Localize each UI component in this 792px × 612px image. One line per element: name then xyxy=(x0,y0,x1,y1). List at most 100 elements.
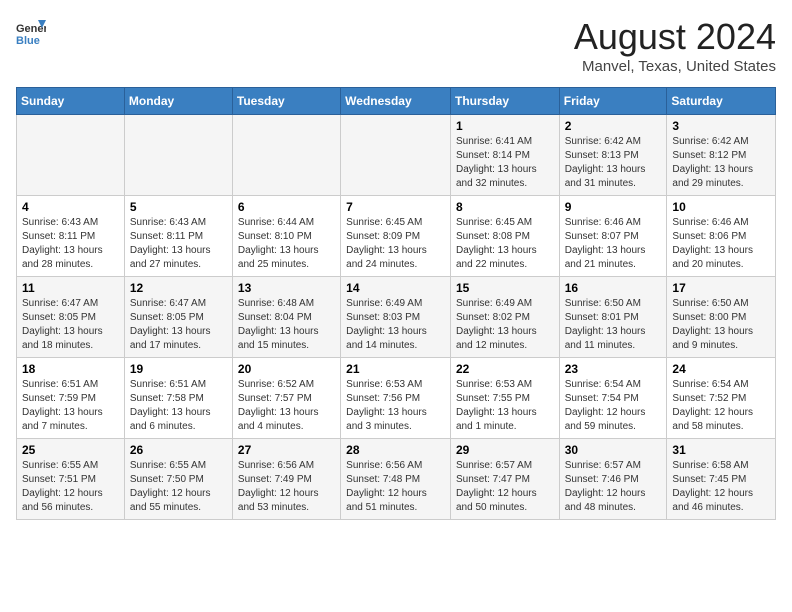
day-number: 18 xyxy=(22,362,119,376)
day-number: 16 xyxy=(565,281,662,295)
logo: General Blue xyxy=(16,16,46,52)
day-info: Sunrise: 6:43 AM Sunset: 8:11 PM Dayligh… xyxy=(130,216,227,272)
day-number: 11 xyxy=(22,281,119,295)
calendar-cell: 30Sunrise: 6:57 AM Sunset: 7:46 PM Dayli… xyxy=(559,439,667,520)
calendar-cell: 26 Sunrise: 6:55 AM Sunset: 7:50 PM Dayli… xyxy=(124,439,232,520)
week-row-5: 25 Sunrise: 6:55 AM Sunset: 7:51 PM Dayli… xyxy=(17,439,776,520)
day-number: 26 xyxy=(130,443,227,457)
day-number: 23 xyxy=(565,362,662,376)
day-number: 29 xyxy=(456,443,554,457)
calendar-cell: 29Sunrise: 6:57 AM Sunset: 7:47 PM Dayli… xyxy=(450,439,559,520)
day-number: 24 xyxy=(672,362,770,376)
day-info: Sunrise: 6:55 AM Sunset: 7:50 PM Dayligh… xyxy=(130,459,227,515)
week-row-2: 4Sunrise: 6:43 AM Sunset: 8:11 PM Daylig… xyxy=(17,196,776,277)
column-header-tuesday: Tuesday xyxy=(232,88,340,115)
calendar-cell: 9Sunrise: 6:46 AM Sunset: 8:07 PM Daylig… xyxy=(559,196,667,277)
page-header: General Blue August 2024 Manvel, Texas, … xyxy=(16,16,776,75)
calendar-cell: 10Sunrise: 6:46 AM Sunset: 8:06 PM Dayli… xyxy=(667,196,776,277)
day-info: Sunrise: 6:56 AM Sunset: 7:49 PM Dayligh… xyxy=(238,459,335,515)
calendar-cell: 22 Sunrise: 6:53 AM Sunset: 7:55 PM Dayli… xyxy=(450,358,559,439)
calendar-table: SundayMondayTuesdayWednesdayThursdayFrid… xyxy=(16,87,776,520)
calendar-cell: 1Sunrise: 6:41 AM Sunset: 8:14 PM Daylig… xyxy=(450,115,559,196)
day-info: Sunrise: 6:53 AM Sunset: 7:56 PM Dayligh… xyxy=(346,378,445,434)
day-number: 15 xyxy=(456,281,554,295)
calendar-cell: 19 Sunrise: 6:51 AM Sunset: 7:58 PM Dayli… xyxy=(124,358,232,439)
title-block: August 2024 Manvel, Texas, United States xyxy=(574,16,776,75)
day-number: 1 xyxy=(456,119,554,133)
svg-text:Blue: Blue xyxy=(16,35,40,47)
column-header-sunday: Sunday xyxy=(17,88,125,115)
week-row-4: 18Sunrise: 6:51 AM Sunset: 7:59 PM Dayli… xyxy=(17,358,776,439)
calendar-cell: 14Sunrise: 6:49 AM Sunset: 8:03 PM Dayli… xyxy=(341,277,451,358)
calendar-cell: 15 Sunrise: 6:49 AM Sunset: 8:02 PM Dayli… xyxy=(450,277,559,358)
calendar-cell: 8 Sunrise: 6:45 AM Sunset: 8:08 PM Daylig… xyxy=(450,196,559,277)
day-info: Sunrise: 6:51 AM Sunset: 7:58 PM Dayligh… xyxy=(130,378,227,434)
calendar-header: SundayMondayTuesdayWednesdayThursdayFrid… xyxy=(17,88,776,115)
calendar-cell: 23 Sunrise: 6:54 AM Sunset: 7:54 PM Dayli… xyxy=(559,358,667,439)
day-info: Sunrise: 6:52 AM Sunset: 7:57 PM Dayligh… xyxy=(238,378,335,434)
calendar-cell: 7 Sunrise: 6:45 AM Sunset: 8:09 PM Daylig… xyxy=(341,196,451,277)
day-number: 28 xyxy=(346,443,445,457)
calendar-cell xyxy=(232,115,340,196)
calendar-cell: 31 Sunrise: 6:58 AM Sunset: 7:45 PM Dayli… xyxy=(667,439,776,520)
calendar-cell: 4Sunrise: 6:43 AM Sunset: 8:11 PM Daylig… xyxy=(17,196,125,277)
calendar-cell: 2 Sunrise: 6:42 AM Sunset: 8:13 PM Daylig… xyxy=(559,115,667,196)
day-info: Sunrise: 6:47 AM Sunset: 8:05 PM Dayligh… xyxy=(22,297,119,353)
day-number: 3 xyxy=(672,119,770,133)
column-header-thursday: Thursday xyxy=(450,88,559,115)
day-info: Sunrise: 6:50 AM Sunset: 8:00 PM Dayligh… xyxy=(672,297,770,353)
calendar-cell: 17 Sunrise: 6:50 AM Sunset: 8:00 PM Dayli… xyxy=(667,277,776,358)
calendar-cell: 25 Sunrise: 6:55 AM Sunset: 7:51 PM Dayli… xyxy=(17,439,125,520)
day-info: Sunrise: 6:54 AM Sunset: 7:54 PM Dayligh… xyxy=(565,378,662,434)
day-number: 7 xyxy=(346,200,445,214)
calendar-cell xyxy=(341,115,451,196)
day-info: Sunrise: 6:45 AM Sunset: 8:09 PM Dayligh… xyxy=(346,216,445,272)
day-number: 25 xyxy=(22,443,119,457)
day-number: 12 xyxy=(130,281,227,295)
calendar-cell xyxy=(17,115,125,196)
header-row: SundayMondayTuesdayWednesdayThursdayFrid… xyxy=(17,88,776,115)
day-number: 10 xyxy=(672,200,770,214)
day-info: Sunrise: 6:58 AM Sunset: 7:45 PM Dayligh… xyxy=(672,459,770,515)
day-info: Sunrise: 6:55 AM Sunset: 7:51 PM Dayligh… xyxy=(22,459,119,515)
calendar-cell xyxy=(124,115,232,196)
day-info: Sunrise: 6:42 AM Sunset: 8:12 PM Dayligh… xyxy=(672,135,770,191)
day-number: 14 xyxy=(346,281,445,295)
day-number: 17 xyxy=(672,281,770,295)
calendar-cell: 5 Sunrise: 6:43 AM Sunset: 8:11 PM Daylig… xyxy=(124,196,232,277)
day-info: Sunrise: 6:53 AM Sunset: 7:55 PM Dayligh… xyxy=(456,378,554,434)
week-row-3: 11 Sunrise: 6:47 AM Sunset: 8:05 PM Dayli… xyxy=(17,277,776,358)
day-info: Sunrise: 6:44 AM Sunset: 8:10 PM Dayligh… xyxy=(238,216,335,272)
day-number: 22 xyxy=(456,362,554,376)
day-info: Sunrise: 6:56 AM Sunset: 7:48 PM Dayligh… xyxy=(346,459,445,515)
day-number: 8 xyxy=(456,200,554,214)
day-info: Sunrise: 6:46 AM Sunset: 8:07 PM Dayligh… xyxy=(565,216,662,272)
day-info: Sunrise: 6:45 AM Sunset: 8:08 PM Dayligh… xyxy=(456,216,554,272)
calendar-cell: 16 Sunrise: 6:50 AM Sunset: 8:01 PM Dayli… xyxy=(559,277,667,358)
column-header-monday: Monday xyxy=(124,88,232,115)
calendar-cell: 11 Sunrise: 6:47 AM Sunset: 8:05 PM Dayli… xyxy=(17,277,125,358)
week-row-1: 1Sunrise: 6:41 AM Sunset: 8:14 PM Daylig… xyxy=(17,115,776,196)
day-number: 19 xyxy=(130,362,227,376)
day-info: Sunrise: 6:47 AM Sunset: 8:05 PM Dayligh… xyxy=(130,297,227,353)
day-number: 2 xyxy=(565,119,662,133)
calendar-cell: 28 Sunrise: 6:56 AM Sunset: 7:48 PM Dayli… xyxy=(341,439,451,520)
column-header-wednesday: Wednesday xyxy=(341,88,451,115)
day-info: Sunrise: 6:49 AM Sunset: 8:02 PM Dayligh… xyxy=(456,297,554,353)
column-header-friday: Friday xyxy=(559,88,667,115)
day-info: Sunrise: 6:43 AM Sunset: 8:11 PM Dayligh… xyxy=(22,216,119,272)
calendar-cell: 13Sunrise: 6:48 AM Sunset: 8:04 PM Dayli… xyxy=(232,277,340,358)
day-info: Sunrise: 6:50 AM Sunset: 8:01 PM Dayligh… xyxy=(565,297,662,353)
day-number: 5 xyxy=(130,200,227,214)
calendar-cell: 21Sunrise: 6:53 AM Sunset: 7:56 PM Dayli… xyxy=(341,358,451,439)
logo-svg: General Blue xyxy=(16,16,46,52)
subtitle: Manvel, Texas, United States xyxy=(574,58,776,75)
day-number: 30 xyxy=(565,443,662,457)
day-info: Sunrise: 6:42 AM Sunset: 8:13 PM Dayligh… xyxy=(565,135,662,191)
calendar-cell: 24Sunrise: 6:54 AM Sunset: 7:52 PM Dayli… xyxy=(667,358,776,439)
day-number: 31 xyxy=(672,443,770,457)
calendar-cell: 18Sunrise: 6:51 AM Sunset: 7:59 PM Dayli… xyxy=(17,358,125,439)
calendar-cell: 3 Sunrise: 6:42 AM Sunset: 8:12 PM Daylig… xyxy=(667,115,776,196)
column-header-saturday: Saturday xyxy=(667,88,776,115)
day-info: Sunrise: 6:48 AM Sunset: 8:04 PM Dayligh… xyxy=(238,297,335,353)
